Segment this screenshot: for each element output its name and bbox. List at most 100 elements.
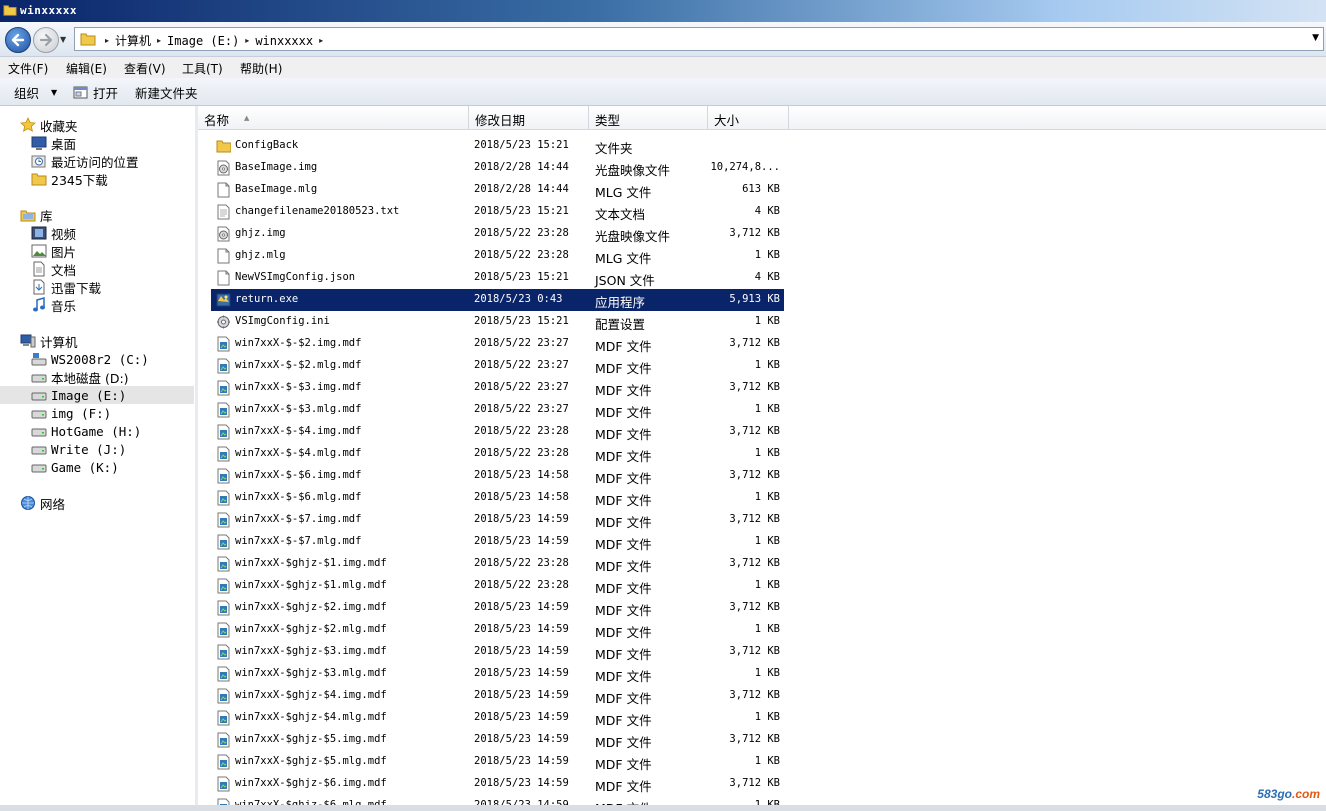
nav-item-documents[interactable]: 文档: [31, 260, 76, 278]
download-folder-icon: [33, 279, 45, 295]
nav-item-music[interactable]: 音乐: [31, 296, 76, 314]
file-size: 3,712 KB: [729, 689, 780, 701]
file-row[interactable]: ghjz.img 2018/5/22 23:28 光盘映像文件 3,712 KB: [211, 223, 784, 245]
nav-item-pictures[interactable]: 图片: [31, 242, 76, 260]
file-row[interactable]: win7xxX-$ghjz-$4.img.mdf 2018/5/23 14:59 M…: [211, 685, 784, 707]
breadcrumb-chevron-icon[interactable]: ▸: [105, 36, 109, 45]
nav-item-xunlei-downloads[interactable]: 迅雷下载: [31, 278, 101, 296]
menu-help[interactable]: 帮助(H): [240, 60, 282, 77]
nav-item-recent-places[interactable]: 最近访问的位置: [31, 152, 139, 170]
nav-item-desktop[interactable]: 桌面: [31, 134, 76, 152]
nav-drive-h[interactable]: HotGame (H:): [31, 422, 141, 440]
file-size: 1 KB: [754, 447, 780, 459]
recent-pages-chevron-down-icon[interactable]: ▼: [60, 35, 66, 44]
nav-item-videos[interactable]: 视频: [31, 224, 76, 242]
file-type: 文本文档: [595, 207, 646, 222]
nav-computer[interactable]: 计算机: [20, 332, 78, 350]
file-date: 2018/5/22 23:27: [474, 381, 569, 393]
back-button[interactable]: [5, 27, 31, 53]
nav-drive-k[interactable]: Game (K:): [31, 458, 119, 476]
breadcrumb-item-drive[interactable]: Image (E:): [167, 34, 239, 48]
breadcrumb-item-computer[interactable]: 计算机: [115, 32, 151, 49]
file-row[interactable]: win7xxX-$ghjz-$5.mlg.mdf 2018/5/23 14:59 M…: [211, 751, 784, 773]
menu-edit[interactable]: 编辑(E): [66, 60, 107, 77]
forward-button[interactable]: [33, 27, 59, 53]
file-row[interactable]: ConfigBack 2018/5/23 15:21 文件夹: [211, 135, 784, 157]
nav-item-label: Game (K:): [51, 459, 119, 475]
file-row[interactable]: win7xxX-$-$7.mlg.mdf 2018/5/23 14:59 MDF 文…: [211, 531, 784, 553]
breadcrumb-chevron-icon[interactable]: ▸: [157, 36, 161, 45]
file-row[interactable]: win7xxX-$-$6.img.mdf 2018/5/23 14:58 MDF 文…: [211, 465, 784, 487]
file-row[interactable]: win7xxX-$-$3.img.mdf 2018/5/22 23:27 MDF 文…: [211, 377, 784, 399]
file-row[interactable]: win7xxX-$ghjz-$1.img.mdf 2018/5/22 23:28 M…: [211, 553, 784, 575]
column-date[interactable]: 修改日期: [469, 106, 589, 129]
file-row[interactable]: win7xxX-$-$4.mlg.mdf 2018/5/22 23:28 MDF 文…: [211, 443, 784, 465]
file-type: MDF 文件: [595, 361, 652, 376]
file-row[interactable]: win7xxX-$ghjz-$2.img.mdf 2018/5/23 14:59 M…: [211, 597, 784, 619]
nav-favorites-label: 收藏夹: [40, 118, 78, 134]
file-date: 2018/5/23 14:59: [474, 755, 569, 767]
file-row[interactable]: win7xxX-$-$3.mlg.mdf 2018/5/22 23:27 MDF 文…: [211, 399, 784, 421]
file-date: 2018/5/23 14:59: [474, 623, 569, 635]
nav-computer-label: 计算机: [40, 334, 78, 350]
file-row[interactable]: VSImgConfig.ini 2018/5/23 15:21 配置设置 1 KB: [211, 311, 784, 333]
nav-item-2345-downloads[interactable]: 2345下载: [31, 170, 108, 188]
file-type: MDF 文件: [595, 559, 652, 574]
menu-file[interactable]: 文件(F): [8, 60, 48, 77]
nav-network[interactable]: 网络: [20, 494, 65, 512]
open-button[interactable]: 打开: [73, 83, 118, 102]
file-row[interactable]: return.exe 2018/5/23 0:43 应用程序 5,913 KB: [211, 289, 784, 311]
breadcrumb-chevron-icon[interactable]: ▸: [245, 36, 249, 45]
file-type: MDF 文件: [595, 427, 652, 442]
column-type[interactable]: 类型: [589, 106, 708, 129]
file-row[interactable]: win7xxX-$-$4.img.mdf 2018/5/22 23:28 MDF 文…: [211, 421, 784, 443]
nav-drive-d[interactable]: 本地磁盘 (D:): [31, 368, 129, 386]
nav-item-label: 图片: [51, 244, 77, 260]
text-file-icon: [217, 204, 230, 220]
file-row[interactable]: BaseImage.img 2018/2/28 14:44 光盘映像文件 10,274…: [211, 157, 784, 179]
file-row[interactable]: BaseImage.mlg 2018/2/28 14:44 MLG 文件 613 KB: [211, 179, 784, 201]
breadcrumb-chevron-icon[interactable]: ▸: [319, 36, 323, 45]
file-row[interactable]: win7xxX-$ghjz-$2.mlg.mdf 2018/5/23 14:59 M…: [211, 619, 784, 641]
address-history-chevron-down-icon[interactable]: ▼: [1312, 33, 1319, 43]
file-row[interactable]: win7xxX-$ghjz-$3.img.mdf 2018/5/23 14:59 M…: [211, 641, 784, 663]
address-field[interactable]: ▸ 计算机 ▸ Image (E:) ▸ winxxxxx ▸ ▼: [74, 27, 1324, 51]
nav-drive-c[interactable]: WS2008r2 (C:): [31, 350, 149, 368]
mdf-file-icon: [217, 446, 230, 462]
file-size: 1 KB: [754, 491, 780, 503]
nav-libraries[interactable]: 库: [20, 206, 53, 224]
file-row[interactable]: win7xxX-$ghjz-$3.mlg.mdf 2018/5/23 14:59 M…: [211, 663, 784, 685]
generic-file-icon: [217, 270, 230, 286]
file-row[interactable]: win7xxX-$-$2.mlg.mdf 2018/5/22 23:27 MDF 文…: [211, 355, 784, 377]
nav-favorites[interactable]: 收藏夹: [20, 116, 78, 134]
file-date: 2018/5/23 14:59: [474, 733, 569, 745]
organize-button[interactable]: 组织 ▼: [14, 83, 57, 102]
file-row[interactable]: NewVSImgConfig.json 2018/5/23 15:21 JSON 文…: [211, 267, 784, 289]
file-row[interactable]: win7xxX-$-$2.img.mdf 2018/5/22 23:27 MDF 文…: [211, 333, 784, 355]
column-size[interactable]: 大小: [708, 106, 789, 129]
file-row[interactable]: changefilename20180523.txt 2018/5/23 15:2…: [211, 201, 784, 223]
file-row[interactable]: win7xxX-$ghjz-$4.mlg.mdf 2018/5/23 14:59 M…: [211, 707, 784, 729]
nav-drive-f[interactable]: img (F:): [31, 404, 111, 422]
column-header: 名称 ▲ 修改日期 类型 大小: [198, 106, 1326, 130]
menu-tools[interactable]: 工具(T): [182, 60, 223, 77]
file-row[interactable]: win7xxX-$ghjz-$1.mlg.mdf 2018/5/22 23:28 M…: [211, 575, 784, 597]
menu-view[interactable]: 查看(V): [124, 60, 166, 77]
file-size: 4 KB: [754, 271, 780, 283]
mdf-file-icon: [217, 754, 230, 770]
nav-drive-j[interactable]: Write (J:): [31, 440, 126, 458]
file-row[interactable]: win7xxX-$ghjz-$5.img.mdf 2018/5/23 14:59 M…: [211, 729, 784, 751]
file-date: 2018/2/28 14:44: [474, 183, 569, 195]
breadcrumb-item-folder[interactable]: winxxxxx: [255, 34, 313, 48]
mdf-file-icon: [217, 556, 230, 572]
file-row[interactable]: win7xxX-$-$7.img.mdf 2018/5/23 14:59 MDF 文…: [211, 509, 784, 531]
mdf-file-icon: [217, 534, 230, 550]
file-row[interactable]: win7xxX-$ghjz-$6.img.mdf 2018/5/23 14:59 M…: [211, 773, 784, 795]
new-folder-button[interactable]: 新建文件夹: [135, 83, 198, 102]
file-date: 2018/5/23 15:21: [474, 139, 569, 151]
nav-item-label: 迅雷下载: [51, 280, 102, 296]
nav-drive-e[interactable]: Image (E:): [0, 386, 194, 404]
column-name[interactable]: 名称 ▲: [198, 106, 469, 129]
file-row[interactable]: ghjz.mlg 2018/5/22 23:28 MLG 文件 1 KB: [211, 245, 784, 267]
file-row[interactable]: win7xxX-$-$6.mlg.mdf 2018/5/23 14:58 MDF 文…: [211, 487, 784, 509]
